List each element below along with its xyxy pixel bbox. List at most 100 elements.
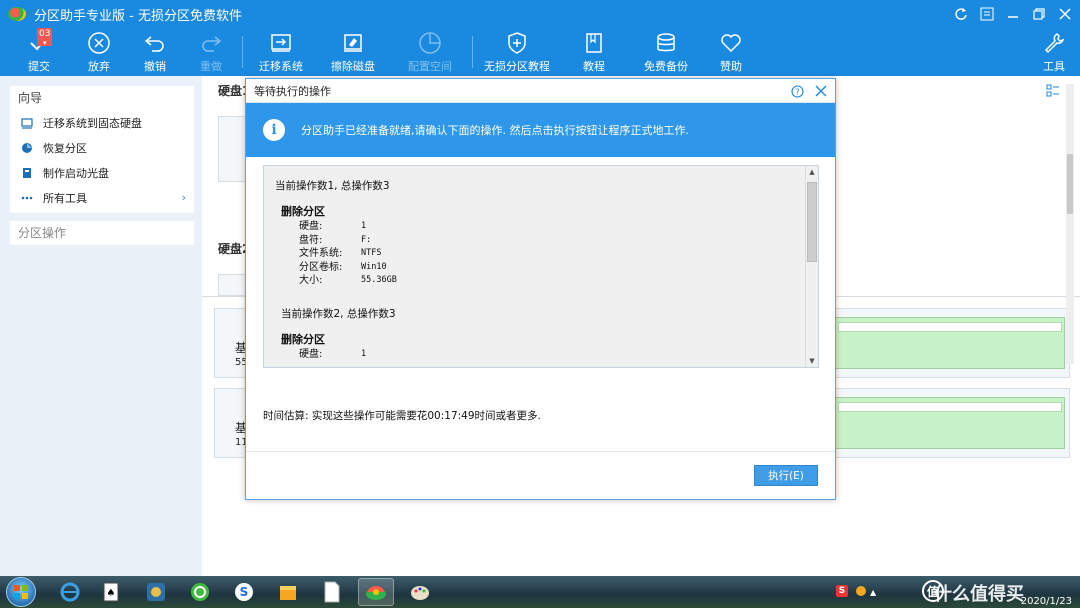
wrench-icon <box>1041 30 1067 55</box>
operations-list[interactable]: 当前操作数1, 总操作数3 删除分区 硬盘: 1 盘符: F: 文件系统: NTFS … <box>263 165 819 368</box>
svg-text:♠: ♠ <box>107 588 116 599</box>
wizard-title: 向导 <box>18 91 43 105</box>
partition-usage-1 <box>838 322 1062 332</box>
op2-field-disk: 硬盘: 1 <box>299 348 367 360</box>
time-estimate: 时间估算: 实现这些操作可能需要花00:17:49时间或者更多. <box>263 410 541 422</box>
blank-document-icon[interactable] <box>314 578 350 606</box>
op1-field-volume-label: 分区卷标: Win10 <box>299 261 387 273</box>
partition-bar-2[interactable] <box>835 397 1065 449</box>
scroll-down-arrow-icon[interactable]: ▼ <box>806 355 818 367</box>
help-icon[interactable]: ? <box>789 83 805 99</box>
tutorial-button[interactable]: 教程 <box>570 30 618 74</box>
menu-icon[interactable] <box>976 3 998 25</box>
undo-button[interactable]: 撤销 <box>131 30 179 74</box>
cancel-circle-icon <box>86 30 112 55</box>
free-backup-button[interactable]: 免费备份 <box>642 30 690 74</box>
operation-1-header: 当前操作数1, 总操作数3 <box>275 180 390 192</box>
title-bar: 分区助手专业版 - 无损分区免费软件 <box>0 0 1080 28</box>
dialog-title-bar: 等待执行的操作 ? <box>246 79 835 103</box>
allocate-label: 配置空间 <box>408 60 452 73</box>
operations-content: 当前操作数1, 总操作数3 删除分区 硬盘: 1 盘符: F: 文件系统: NTFS … <box>264 166 806 367</box>
dialog-footer-divider <box>246 451 835 452</box>
main-toolbar: 03 ▾ 提交 放弃 撤销 重做 迁移系统 擦除磁盘 配置空间 无损分区教程 教… <box>0 28 1080 76</box>
view-toggle-icon[interactable] <box>1046 84 1060 98</box>
book-icon <box>581 30 607 55</box>
recover-icon <box>20 141 33 154</box>
refresh-icon[interactable] <box>950 3 972 25</box>
sponsor-button[interactable]: 赞助 <box>707 30 755 74</box>
tray-app-icon[interactable] <box>856 586 866 596</box>
pending-operations-dialog: 等待执行的操作 ? i 分区助手已经准备就绪,请确认下面的操作. 然后点击执行按… <box>245 78 836 500</box>
scrollbar-thumb[interactable] <box>1067 154 1073 214</box>
scroll-up-arrow-icon[interactable]: ▲ <box>806 166 818 178</box>
main-scrollbar[interactable] <box>1066 84 1074 364</box>
op1-field-disk: 硬盘: 1 <box>299 221 367 232</box>
paint-icon[interactable] <box>402 578 438 606</box>
system-tray: S ▲ 值 什么值得买 2020/1/23 <box>830 576 1080 608</box>
shield-plus-icon <box>504 30 530 55</box>
wipe-disk-icon <box>340 30 366 55</box>
sogou-tray-icon[interactable]: S <box>836 585 848 597</box>
wipe-disk-button[interactable]: 擦除磁盘 <box>329 30 377 74</box>
operation-2: 删除分区 硬盘: 1 <box>281 331 806 362</box>
submit-button[interactable]: 03 ▾ 提交 <box>15 28 63 74</box>
backup-label: 免费备份 <box>644 60 688 73</box>
start-button[interactable] <box>6 577 36 607</box>
sidebar-item-label: 制作启动光盘 <box>43 166 109 180</box>
execute-button[interactable]: 执行(E) <box>754 465 818 486</box>
dialog-close-button[interactable] <box>813 83 829 99</box>
op1-field-filesystem: 文件系统: NTFS <box>299 248 382 259</box>
sidebar-item-label: 恢复分区 <box>43 141 87 155</box>
allocate-space-button[interactable]: 配置空间 <box>406 30 454 74</box>
sidebar-item-boot-disc[interactable]: 制作启动光盘 <box>10 160 194 185</box>
partition-assistant-task-icon[interactable] <box>358 578 394 606</box>
migrate-system-button[interactable]: 迁移系统 <box>257 30 305 74</box>
show-hidden-icons-icon[interactable]: ▲ <box>870 588 876 597</box>
wipe-label: 擦除磁盘 <box>331 60 375 73</box>
heart-icon <box>718 30 744 55</box>
ie-icon[interactable] <box>52 578 88 606</box>
minimize-button[interactable] <box>1002 3 1024 25</box>
clock-date[interactable]: 2020/1/23 <box>1021 596 1072 607</box>
undo-icon <box>142 30 168 55</box>
toolbar-divider <box>472 36 473 68</box>
backup-database-icon <box>653 30 679 55</box>
windows-taskbar: ♠ S S ▲ 值 什么值得买 2020/1/23 <box>0 576 1080 608</box>
wizard-panel: 向导 迁移系统到固态硬盘 恢复分区 制作启动光盘 所有工具 › <box>10 86 194 213</box>
sidebar-item-all-tools[interactable]: 所有工具 › <box>10 185 194 210</box>
operation-2-header: 当前操作数2, 总操作数3 <box>281 307 396 320</box>
info-message: 分区助手已经准备就绪,请确认下面的操作. 然后点击执行按钮让程序正式地工作. <box>301 124 689 137</box>
redo-icon <box>198 30 224 55</box>
pending-count-badge: 03 ▾ <box>37 28 53 47</box>
sogou-icon[interactable]: S <box>226 578 262 606</box>
tools-label: 工具 <box>1043 60 1065 73</box>
submit-label: 提交 <box>28 60 50 73</box>
package-app-icon[interactable] <box>270 578 306 606</box>
discard-button[interactable]: 放弃 <box>75 30 123 74</box>
sidebar-item-recover-partition[interactable]: 恢复分区 <box>10 135 194 160</box>
game-icon[interactable] <box>138 578 174 606</box>
partition-ops-panel[interactable]: 分区操作 <box>10 221 194 245</box>
close-button[interactable] <box>1054 3 1076 25</box>
operations-scrollbar[interactable]: ▲ ▼ <box>805 166 818 367</box>
partition-usage-2 <box>838 402 1062 412</box>
tools-button[interactable]: 工具 <box>1030 30 1078 74</box>
solitaire-icon[interactable]: ♠ <box>94 578 130 606</box>
more-icon <box>20 191 33 204</box>
info-banner: i 分区助手已经准备就绪,请确认下面的操作. 然后点击执行按钮让程序正式地工作. <box>246 103 835 157</box>
operations-scroll-thumb[interactable] <box>807 182 817 262</box>
operation-2-title: 删除分区 <box>281 332 325 346</box>
partition-bar-1[interactable] <box>835 317 1065 369</box>
redo-button[interactable]: 重做 <box>187 30 235 74</box>
lossless-tutorial-button[interactable]: 无损分区教程 <box>484 30 550 74</box>
dialog-title: 等待执行的操作 <box>254 84 331 98</box>
op1-field-size: 大小: 55.36GB <box>299 275 397 286</box>
restore-button[interactable] <box>1028 3 1050 25</box>
360-browser-icon[interactable] <box>182 578 218 606</box>
op1-field-drive-letter: 盘符: F: <box>299 234 372 246</box>
chevron-right-icon: › <box>181 191 186 204</box>
migrate-icon <box>20 116 33 129</box>
sponsor-label: 赞助 <box>720 60 742 73</box>
window-title: 分区助手专业版 - 无损分区免费软件 <box>34 8 242 24</box>
sidebar-item-migrate-ssd[interactable]: 迁移系统到固态硬盘 <box>10 110 194 135</box>
